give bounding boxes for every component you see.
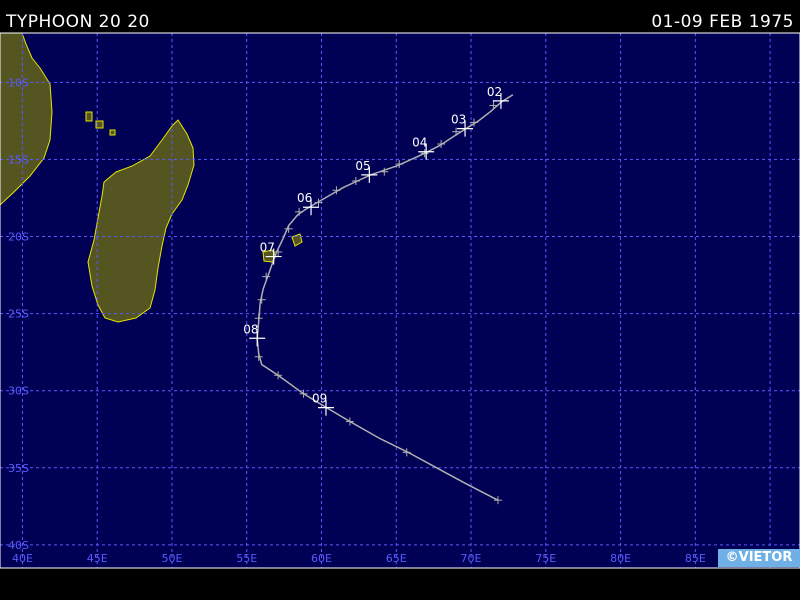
- latitude-label: 15S: [8, 153, 29, 166]
- longitude-label: 50E: [161, 552, 182, 565]
- day-label: 02: [487, 85, 502, 99]
- track-map: 40E45E50E55E60E65E70E75E80E85E90E10S15S2…: [0, 32, 800, 569]
- longitude-label: 85E: [685, 552, 706, 565]
- latitude-label: 35S: [8, 462, 29, 475]
- latitude-label: 25S: [8, 308, 29, 321]
- longitude-label: 80E: [610, 552, 631, 565]
- longitude-label: 60E: [311, 552, 332, 565]
- latitude-label: 20S: [8, 231, 29, 244]
- longitude-label: 75E: [535, 552, 556, 565]
- day-label: 05: [355, 159, 370, 173]
- comoros-island: [109, 129, 116, 136]
- day-label: 06: [297, 191, 312, 205]
- longitude-label: 65E: [386, 552, 407, 565]
- day-label: 08: [243, 322, 258, 336]
- longitude-label: 45E: [87, 552, 108, 565]
- day-label: 04: [412, 136, 427, 150]
- day-label: 09: [312, 392, 327, 406]
- longitude-label: 40E: [12, 552, 33, 565]
- longitude-label: 55E: [236, 552, 257, 565]
- latitude-label: 40S: [8, 539, 29, 552]
- comoros-island: [85, 111, 93, 122]
- longitude-label: 70E: [461, 552, 482, 565]
- day-label: 07: [260, 241, 275, 255]
- latitude-label: 30S: [8, 385, 29, 398]
- credit-badge: ©VIETOR: [718, 549, 800, 567]
- day-label: 03: [451, 113, 466, 127]
- latitude-label: 10S: [8, 76, 29, 89]
